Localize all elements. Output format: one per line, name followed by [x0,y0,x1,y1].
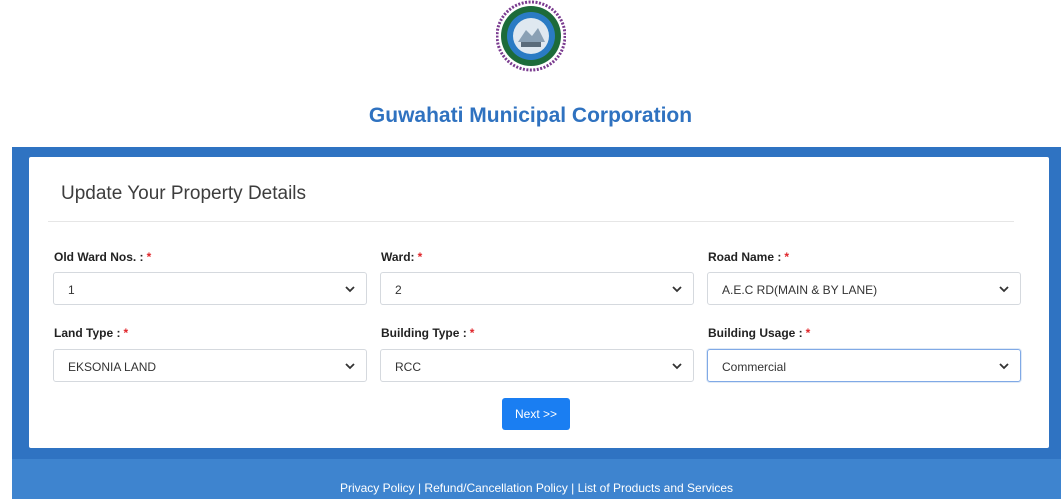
building-type-select[interactable]: RCC [380,349,694,382]
chevron-down-icon [345,286,355,293]
building-usage-label: Building Usage : * [708,326,810,340]
form-heading: Update Your Property Details [61,183,307,204]
old-ward-label: Old Ward Nos. : * [54,250,151,264]
footer-separator: | [414,481,425,495]
building-type-label: Building Type : * [381,326,474,340]
refund-policy-link[interactable]: Refund/Cancellation Policy [424,481,567,495]
building-usage-select[interactable]: Commercial [707,349,1021,382]
land-type-label-text: Land Type : [54,326,121,340]
building-usage-value: Commercial [722,360,787,374]
ward-label: Ward: * [381,250,422,264]
required-mark: * [784,250,790,264]
footer: Privacy Policy | Refund/Cancellation Pol… [12,459,1061,499]
chevron-down-icon [672,286,682,293]
road-name-select[interactable]: A.E.C RD(MAIN & BY LANE) [707,272,1021,305]
gmc-logo [496,0,566,72]
footer-links: Privacy Policy | Refund/Cancellation Pol… [12,481,1061,495]
products-services-link[interactable]: List of Products and Services [578,481,733,495]
land-type-value: EKSONIA LAND [68,360,157,374]
chevron-down-icon [672,363,682,370]
road-name-label: Road Name : * [708,250,789,264]
old-ward-select[interactable]: 1 [53,272,367,305]
land-type-label: Land Type : * [54,326,128,340]
required-mark: * [417,250,423,264]
road-name-value: A.E.C RD(MAIN & BY LANE) [722,283,878,297]
required-mark: * [805,326,811,340]
site-title: Guwahati Municipal Corporation [368,104,693,127]
ward-value: 2 [395,283,402,297]
divider [48,221,1014,222]
privacy-policy-link[interactable]: Privacy Policy [340,481,415,495]
old-ward-label-text: Old Ward Nos. : [54,250,144,264]
building-usage-label-text: Building Usage : [708,326,803,340]
page: Guwahati Municipal Corporation Update Yo… [0,0,1061,499]
gmc-seal-icon [496,0,566,72]
required-mark: * [469,326,475,340]
road-name-label-text: Road Name : [708,250,782,264]
required-mark: * [146,250,152,264]
ward-label-text: Ward: [381,250,415,264]
ward-select[interactable]: 2 [380,272,694,305]
required-mark: * [123,326,129,340]
land-type-select[interactable]: EKSONIA LAND [53,349,367,382]
chevron-down-icon [999,286,1009,293]
next-button[interactable]: Next >> [502,398,570,430]
footer-separator: | [567,481,578,495]
chevron-down-icon [345,363,355,370]
old-ward-value: 1 [68,283,75,297]
chevron-down-icon [999,363,1009,370]
building-type-label-text: Building Type : [381,326,467,340]
building-type-value: RCC [395,360,421,374]
